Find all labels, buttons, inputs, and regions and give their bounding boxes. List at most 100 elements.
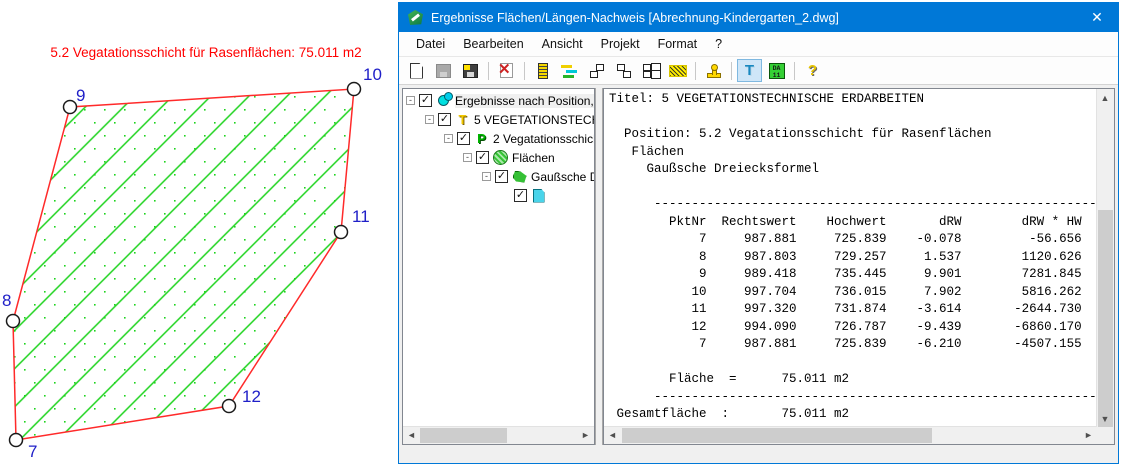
scroll-track[interactable] <box>1097 106 1114 410</box>
tree-item-5-vegetationstechn[interactable]: -✓T5 VEGETATIONSTECHN <box>403 110 594 129</box>
vertex-marker-9[interactable] <box>64 101 77 114</box>
tree-checkbox[interactable]: ✓ <box>457 132 470 145</box>
menu-projekt[interactable]: Projekt <box>592 33 649 56</box>
report-panel: Titel: 5 VEGETATIONSTECHNISCHE ERDARBEIT… <box>603 88 1115 445</box>
tree-item-label: Ergebnisse nach Position, Lä <box>455 94 594 108</box>
window-title: Ergebnisse Flächen/Längen-Nachweis [Abre… <box>431 11 1076 25</box>
scroll-thumb[interactable] <box>1098 210 1113 428</box>
save-as-icon <box>463 64 478 78</box>
da11-view-button[interactable]: DA11 <box>764 59 789 82</box>
stamp-icon <box>707 73 721 78</box>
gauss-icon <box>511 169 528 185</box>
tree-checkbox[interactable]: ✓ <box>419 94 432 107</box>
menu-ansicht[interactable]: Ansicht <box>533 33 592 56</box>
toolbar-separator <box>695 62 696 80</box>
drawing-canvas[interactable]: 7 8 9 10 11 12 5.2 Vegatationsschicht für Rase… <box>0 0 398 470</box>
letter-t-icon: T <box>454 112 471 128</box>
scroll-thumb[interactable] <box>420 428 507 443</box>
scroll-down-icon[interactable]: ▼ <box>1097 410 1113 427</box>
tree-checkbox[interactable]: ✓ <box>476 151 489 164</box>
collapse-icon[interactable]: - <box>463 153 472 162</box>
point-label-7: 7 <box>28 442 37 461</box>
delete-report-button[interactable] <box>494 59 519 82</box>
list-gantt-icon <box>561 64 578 78</box>
vertex-marker-10[interactable] <box>348 83 361 96</box>
tiles-3-icon <box>643 64 659 78</box>
menu-item[interactable]: ? <box>706 33 731 56</box>
vertex-marker-11[interactable] <box>335 226 348 239</box>
drawing-caption: 5.2 Vegatationsschicht für Rasenflächen:… <box>50 45 361 60</box>
scroll-track[interactable] <box>621 427 1080 444</box>
scroll-left-icon[interactable]: ◄ <box>403 427 420 443</box>
tree-item-gau-sche-dr[interactable]: -✓Gaußsche Dr <box>403 167 594 186</box>
area-hatch-icon <box>492 150 509 166</box>
point-label-11: 11 <box>352 207 370 226</box>
scrollbar-corner <box>1097 427 1114 444</box>
vertex-marker-12[interactable] <box>223 400 236 413</box>
collapse-icon[interactable]: - <box>482 172 491 181</box>
save-as-button[interactable] <box>458 59 483 82</box>
scroll-right-icon[interactable]: ► <box>577 427 594 443</box>
point-label-10: 10 <box>363 65 382 84</box>
save-button[interactable] <box>431 59 456 82</box>
panel-splitter[interactable] <box>595 88 603 445</box>
vertex-marker-8[interactable] <box>7 315 20 328</box>
help-button[interactable]: ? <box>800 59 825 82</box>
list-gantt-button[interactable] <box>557 59 582 82</box>
scroll-right-icon[interactable]: ► <box>1080 427 1097 443</box>
tree-checkbox[interactable]: ✓ <box>438 113 451 126</box>
letter-p-icon: P <box>473 131 490 147</box>
collapse-icon[interactable]: - <box>425 115 434 124</box>
result-tree: -✓Ergebnisse nach Position, Lä-✓T5 VEGET… <box>403 89 594 427</box>
text-view-icon: T <box>745 63 754 78</box>
menu-datei[interactable]: Datei <box>407 33 454 56</box>
tree-item-2-vegatationsschicht[interactable]: -✓P2 Vegatationsschicht <box>403 129 594 148</box>
toolbar-separator <box>794 62 795 80</box>
point-label-9: 9 <box>76 86 85 105</box>
report-vertical-scrollbar[interactable]: ▲ ▼ <box>1096 89 1114 427</box>
stamp-button[interactable] <box>701 59 726 82</box>
scroll-track[interactable] <box>420 427 577 444</box>
collapse-icon[interactable]: - <box>406 96 415 105</box>
menu-bearbeiten[interactable]: Bearbeiten <box>454 33 532 56</box>
point-label-8: 8 <box>2 291 11 310</box>
new-document-icon <box>410 63 423 79</box>
hatch-area-button[interactable] <box>665 59 690 82</box>
point-label-12: 12 <box>242 387 261 406</box>
toolbar-separator <box>488 62 489 80</box>
area-plot: 7 8 9 10 11 12 5.2 Vegatationsschicht für Rase… <box>0 0 398 470</box>
close-icon[interactable]: ✕ <box>1076 3 1118 32</box>
tree-panel: -✓Ergebnisse nach Position, Lä-✓T5 VEGET… <box>402 88 595 445</box>
report-horizontal-scrollbar[interactable]: ◄ ► <box>604 426 1097 444</box>
scroll-thumb[interactable] <box>622 428 932 443</box>
menu-format[interactable]: Format <box>649 33 707 56</box>
area-fill-hatch <box>13 89 354 440</box>
hatch-area-icon <box>669 65 687 77</box>
tree-checkbox[interactable]: ✓ <box>495 170 508 183</box>
toolbar-separator <box>524 62 525 80</box>
toolbar-separator <box>731 62 732 80</box>
vertex-marker-7[interactable] <box>10 434 23 447</box>
scroll-up-icon[interactable]: ▲ <box>1097 89 1113 106</box>
text-view-button[interactable]: T <box>737 59 762 82</box>
tiles-1-button[interactable] <box>584 59 609 82</box>
scroll-left-icon[interactable]: ◄ <box>604 427 621 443</box>
tree-item-label: 5 VEGETATIONSTECHN <box>474 113 594 127</box>
tree-horizontal-scrollbar[interactable]: ◄ ► <box>403 426 594 444</box>
tiles-2-button[interactable] <box>611 59 636 82</box>
tree-item-ergebnisse-nach-position-l[interactable]: -✓ Ergebnisse nach Position, Lä <box>403 91 594 110</box>
screenshot-stage: 7 8 9 10 11 12 5.2 Vegatationsschicht für Rase… <box>0 0 1121 470</box>
title-bar[interactable]: Ergebnisse Flächen/Längen-Nachweis [Abre… <box>399 3 1118 32</box>
tiles-3-button[interactable] <box>638 59 663 82</box>
app-icon <box>408 10 423 25</box>
list-stack-button[interactable] <box>530 59 555 82</box>
tree-item-fl-chen[interactable]: -✓Flächen <box>403 148 594 167</box>
new-document-button[interactable] <box>404 59 429 82</box>
save-icon <box>436 64 451 78</box>
tree-item-item[interactable]: ✓ <box>403 186 594 205</box>
collapse-icon[interactable]: - <box>444 134 453 143</box>
tree-checkbox[interactable]: ✓ <box>514 189 527 202</box>
tiles-2-icon <box>616 64 632 78</box>
list-stack-icon <box>538 63 548 79</box>
binoculars-icon <box>435 93 452 109</box>
